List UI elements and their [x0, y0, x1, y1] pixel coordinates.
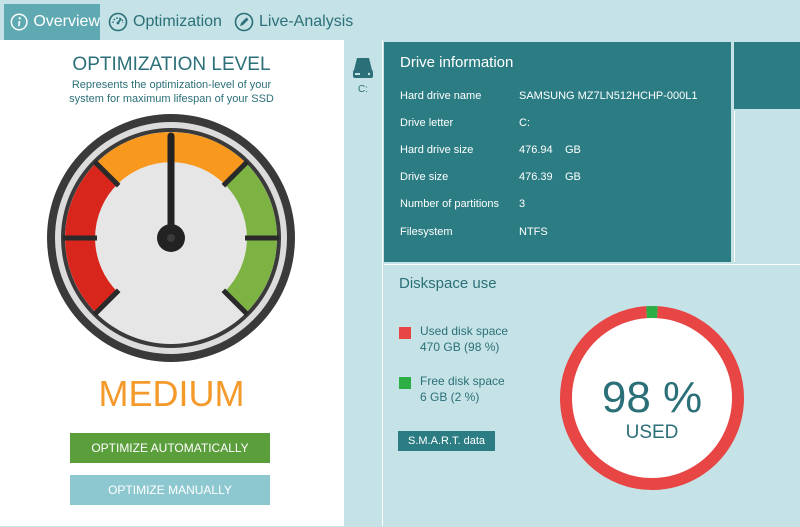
diskspace-panel: Diskspace use Used disk space 470 GB (98… — [384, 264, 800, 527]
info-label: Drive size — [400, 171, 448, 183]
drive-letter-label: C: — [344, 84, 382, 95]
optimize-manually-button[interactable]: OPTIMIZE MANUALLY — [70, 475, 270, 505]
info-label: Drive letter — [400, 117, 453, 129]
tab-overview[interactable]: Overview — [4, 4, 100, 40]
tab-live-analysis-label: Live-Analysis — [259, 13, 353, 31]
diskspace-title: Diskspace use — [399, 275, 497, 292]
smart-data-button[interactable]: S.M.A.R.T. data — [398, 431, 495, 451]
speedometer-icon — [108, 12, 128, 32]
tab-bar: Overview Optimization Live-Analysis — [0, 0, 800, 40]
info-value: 476.94 — [519, 144, 553, 156]
info-value: 3 — [519, 198, 525, 210]
drive-item-c[interactable]: C: — [344, 40, 382, 100]
drive-icon — [352, 56, 374, 80]
free-legend-value: 6 GB (2 %) — [420, 389, 505, 405]
info-value: 476.39 — [519, 171, 553, 183]
optimization-level-text: MEDIUM — [0, 373, 343, 415]
tile-right — [734, 111, 800, 262]
used-legend-value: 470 GB (98 %) — [420, 339, 508, 355]
info-value: C: — [519, 117, 530, 129]
info-label: Hard drive size — [400, 144, 473, 156]
tab-optimization-label: Optimization — [133, 13, 222, 31]
optimization-subtitle: Represents the optimization-level of you… — [0, 78, 343, 106]
used-legend: Used disk space 470 GB (98 %) — [420, 323, 508, 355]
optimization-panel: OPTIMIZATION LEVEL Represents the optimi… — [0, 40, 343, 526]
used-legend-label: Used disk space — [420, 323, 508, 339]
used-caption: USED — [559, 422, 745, 444]
optimization-gauge — [45, 112, 297, 364]
optimization-subtitle-line1: Represents the optimization-level of you… — [0, 78, 343, 92]
info-label: Filesystem — [400, 226, 453, 238]
used-legend-swatch — [399, 327, 411, 339]
info-value: SAMSUNG MZ7LN512HCHP-000L1 — [519, 90, 698, 102]
free-legend: Free disk space 6 GB (2 %) — [420, 373, 505, 405]
gauge-hub-center — [167, 234, 175, 242]
optimize-automatically-button[interactable]: OPTIMIZE AUTOMATICALLY — [70, 433, 270, 463]
tab-live-analysis[interactable]: Live-Analysis — [234, 4, 353, 40]
tab-overview-label: Overview — [33, 13, 100, 31]
pencil-icon — [234, 12, 254, 32]
info-unit: GB — [565, 171, 581, 183]
used-percent-text: 98 % — [559, 373, 745, 423]
info-label: Hard drive name — [400, 90, 481, 102]
drive-list: C: — [343, 40, 383, 526]
info-unit: GB — [565, 144, 581, 156]
drive-information-panel: Drive information Hard drive name SAMSUN… — [384, 42, 731, 262]
drive-information-title: Drive information — [400, 54, 513, 71]
tile-top-right — [734, 42, 800, 109]
info-icon — [10, 12, 28, 32]
info-value: NTFS — [519, 226, 548, 238]
free-legend-swatch — [399, 377, 411, 389]
free-legend-label: Free disk space — [420, 373, 505, 389]
optimization-title: OPTIMIZATION LEVEL — [0, 54, 343, 76]
tab-optimization[interactable]: Optimization — [108, 4, 222, 40]
info-label: Number of partitions — [400, 198, 499, 210]
optimization-subtitle-line2: system for maximum lifespan of your SSD — [0, 92, 343, 106]
